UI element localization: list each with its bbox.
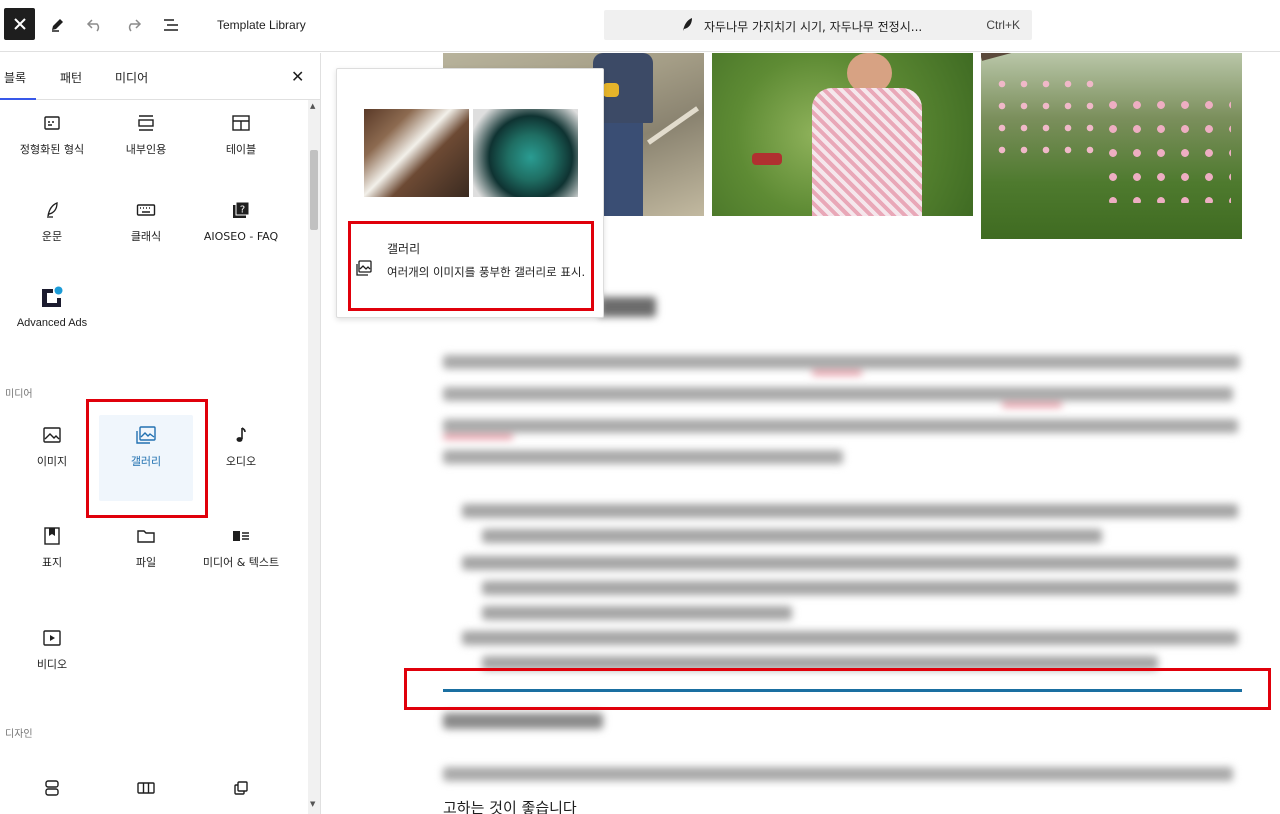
stack-icon [194, 776, 288, 800]
block-audio[interactable]: 오디오 [194, 415, 288, 501]
video-icon [5, 626, 99, 650]
edit-tool-button[interactable] [46, 14, 68, 36]
block-preview-popover: 갤러리 여러개의 이미지를 풍부한 갤러리로 표시. [336, 68, 604, 318]
block-label: 미디어 & 텍스트 [202, 556, 280, 569]
block-label: 오디오 [225, 455, 257, 468]
gallery-icon [355, 259, 373, 281]
close-inserter-button[interactable]: ✕ [291, 67, 304, 86]
redo-button[interactable] [122, 14, 144, 36]
svg-text:?: ? [240, 205, 245, 216]
gallery-photo-gardener[interactable] [712, 53, 973, 216]
block-label: 파일 [135, 556, 157, 569]
pencil-icon [52, 19, 63, 32]
gallery-icon [99, 423, 193, 447]
block-classic[interactable]: 클래식 [99, 190, 193, 276]
preview-image-mountains [364, 109, 469, 197]
block-media-text[interactable]: 미디어 & 텍스트 [194, 516, 288, 602]
block-group[interactable] [5, 768, 99, 814]
block-advanced-ads[interactable]: Advanced Ads [5, 277, 99, 363]
cover-icon [5, 524, 99, 548]
group-icon [5, 776, 99, 800]
block-gallery[interactable]: 갤러리 [99, 415, 193, 501]
faq-icon: ? [194, 198, 288, 222]
folder-icon [99, 524, 193, 548]
table-icon [194, 111, 288, 135]
scroll-down-icon[interactable]: ▼ [310, 800, 315, 808]
block-label: 테이블 [225, 143, 257, 156]
block-file[interactable]: 파일 [99, 516, 193, 602]
document-overview-button[interactable] [160, 14, 182, 36]
block-label: 내부인용 [125, 143, 167, 156]
paragraph-text-line: 고하는 것이 좋습니다 [443, 799, 577, 814]
feather-icon [680, 17, 694, 37]
block-label: 정형화된 형식 [19, 143, 85, 156]
block-inserter-sidebar: 블록 패턴 미디어 ✕ 정형화된 형식 내부인용 테이블 운문 클래식 ? AI… [0, 53, 321, 814]
columns-icon [99, 776, 193, 800]
block-label: 표지 [41, 556, 63, 569]
preformatted-icon [5, 111, 99, 135]
preview-image-glacier [473, 109, 578, 197]
block-pullquote[interactable]: 내부인용 [99, 103, 193, 189]
pullquote-icon [99, 111, 193, 135]
block-image[interactable]: 이미지 [5, 415, 99, 501]
block-label: 운문 [41, 230, 63, 243]
keyboard-icon [99, 198, 193, 222]
block-label: 비디오 [36, 658, 68, 671]
preview-title: 갤러리 [387, 242, 421, 256]
block-label: AIOSEO - FAQ [203, 230, 279, 243]
media-text-icon [194, 524, 288, 548]
keyboard-shortcut: Ctrl+K [986, 18, 1020, 32]
scroll-up-icon[interactable]: ▲ [310, 102, 315, 110]
tab-patterns[interactable]: 패턴 [60, 69, 82, 86]
block-aioseo-faq[interactable]: ? AIOSEO - FAQ [194, 190, 288, 276]
list-view-icon [164, 19, 178, 31]
undo-button[interactable] [84, 14, 106, 36]
block-preformatted[interactable]: 정형화된 형식 [5, 103, 99, 189]
close-editor-button[interactable] [4, 8, 35, 40]
top-toolbar: Template Library 자두나무 가지치기 시기, 자두나무 전정시.… [0, 0, 1280, 52]
block-label: 갤러리 [130, 455, 162, 468]
sidebar-scrollbar[interactable]: ▲ ▼ [308, 100, 320, 814]
scrollbar-thumb[interactable] [310, 150, 318, 230]
block-label: 클래식 [130, 230, 162, 243]
document-title: 자두나무 가지치기 시기, 자두나무 전정시... [704, 20, 923, 34]
block-insertion-point [443, 689, 1242, 692]
image-icon [5, 423, 99, 447]
advanced-ads-icon [5, 285, 99, 309]
block-label: 이미지 [36, 455, 68, 468]
block-label: Advanced Ads [16, 317, 88, 329]
close-icon [13, 18, 26, 30]
block-table[interactable]: 테이블 [194, 103, 288, 189]
preview-description: 여러개의 이미지를 풍부한 갤러리로 표시. [387, 265, 586, 279]
block-columns[interactable] [99, 768, 193, 814]
undo-icon [86, 19, 100, 32]
editor-window: Template Library 자두나무 가지치기 시기, 자두나무 전정시.… [0, 0, 1280, 814]
block-cover[interactable]: 표지 [5, 516, 99, 602]
verse-icon [5, 198, 99, 222]
block-video[interactable]: 비디오 [5, 618, 99, 704]
block-stack[interactable] [194, 768, 288, 814]
template-library-button[interactable]: Template Library [217, 18, 306, 32]
section-heading-media: 미디어 [5, 389, 33, 400]
audio-icon [194, 423, 288, 447]
tab-blocks[interactable]: 블록 [0, 69, 37, 100]
command-palette-bar[interactable]: 자두나무 가지치기 시기, 자두나무 전정시... Ctrl+K [604, 10, 1032, 40]
tab-media[interactable]: 미디어 [115, 69, 148, 86]
inserter-tabs: 블록 패턴 미디어 ✕ [0, 53, 320, 100]
redo-icon [128, 19, 142, 32]
block-verse[interactable]: 운문 [5, 190, 99, 276]
gallery-photo-blossoms[interactable] [981, 53, 1242, 239]
section-heading-design: 디자인 [5, 729, 33, 740]
